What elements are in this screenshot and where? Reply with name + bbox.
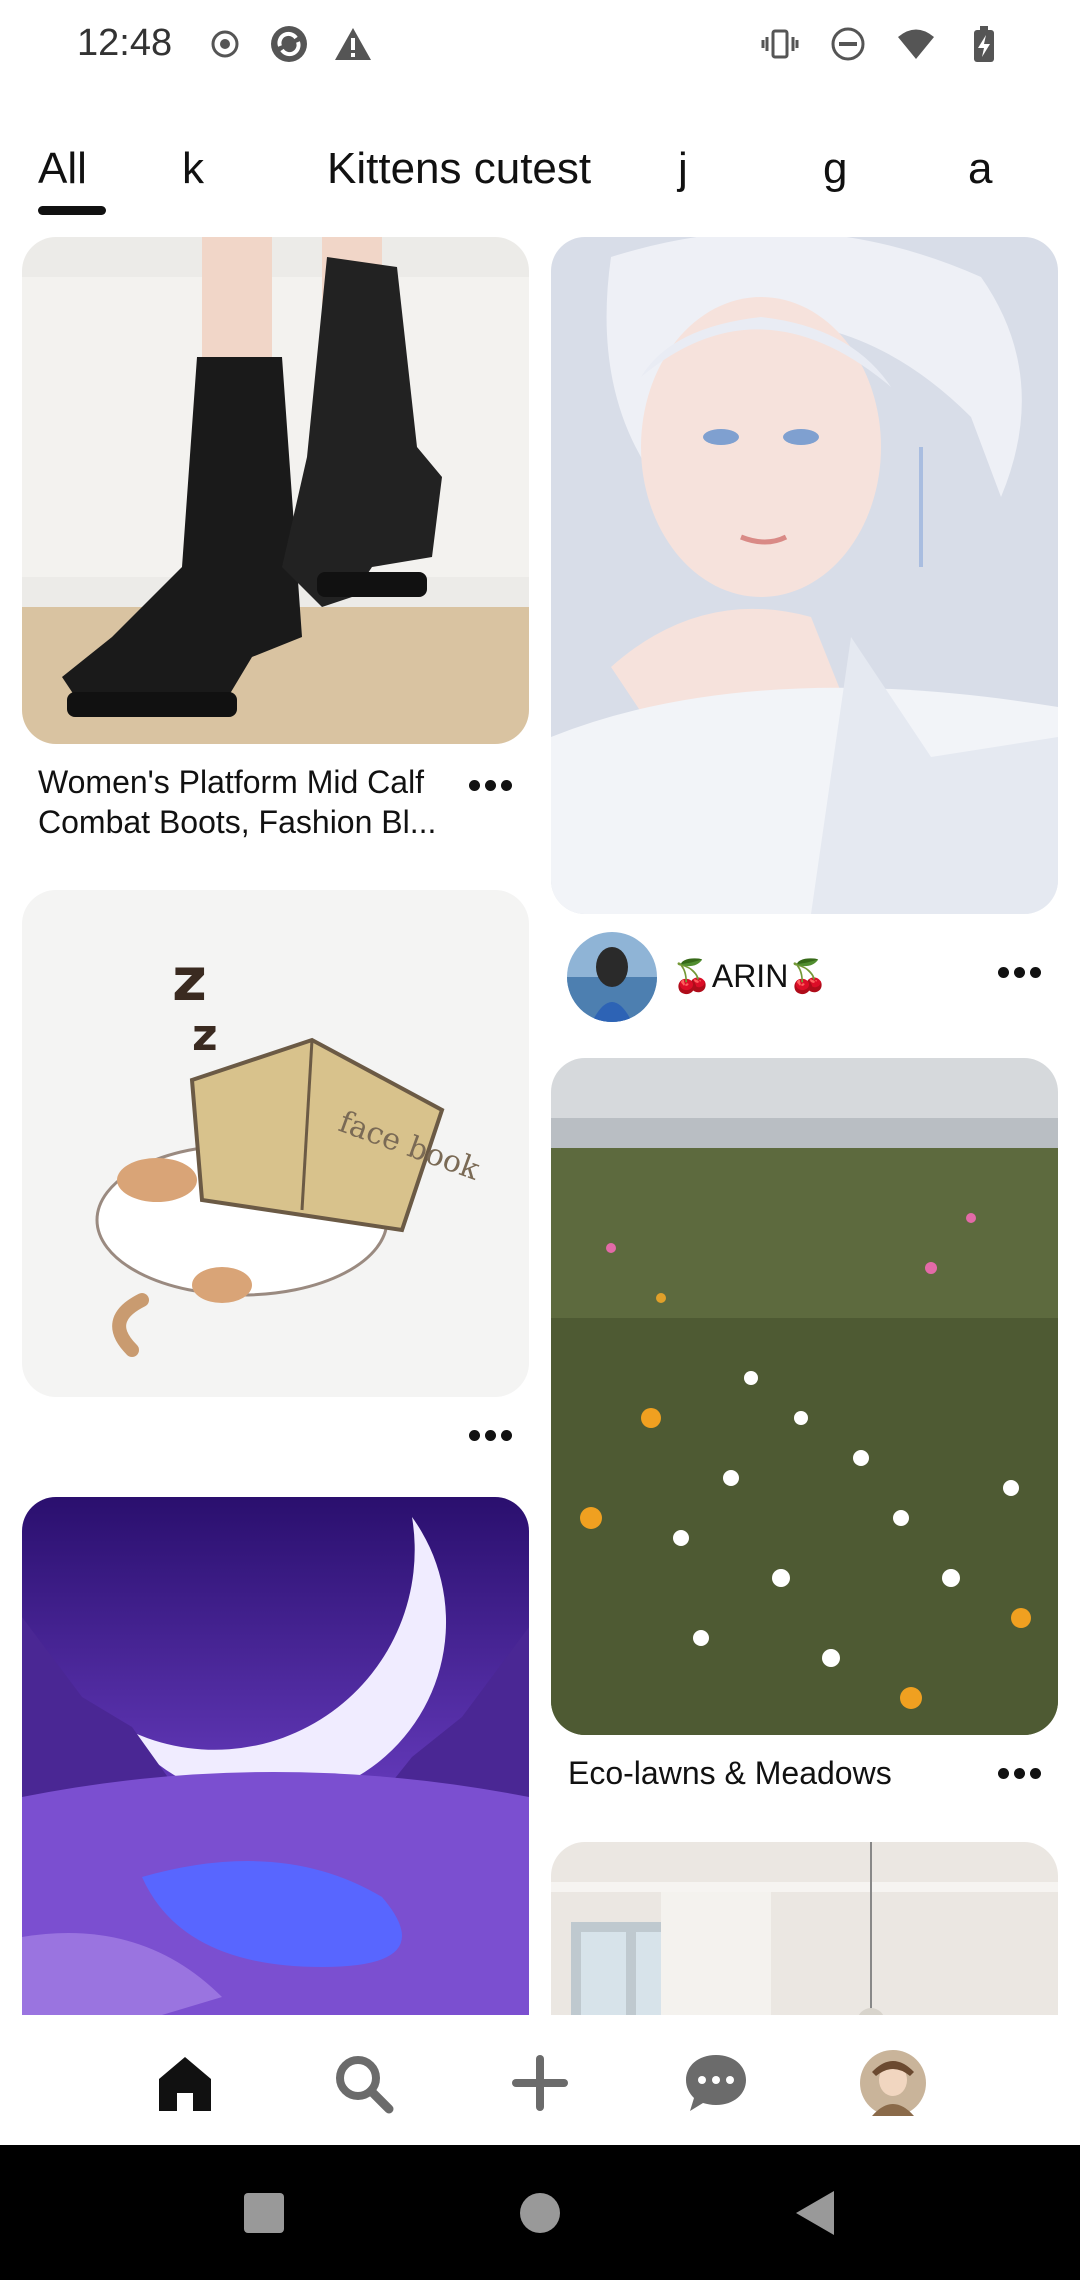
purple-moon-landscape-image[interactable] — [22, 1497, 529, 2015]
recents-icon[interactable] — [236, 2185, 292, 2241]
svg-text:z: z — [192, 1010, 218, 1061]
status-time: 12:48 — [77, 22, 173, 64]
bottom-navigation — [0, 2015, 1080, 2145]
tab-j[interactable]: j — [678, 144, 688, 194]
pin-title-meadows[interactable]: Eco-lawns & Meadows — [568, 1753, 968, 1793]
tab-all[interactable]: All — [38, 144, 87, 194]
sleeping-cat-book-image[interactable]: z z z face book — [22, 890, 529, 1397]
home-button-icon[interactable] — [512, 2185, 568, 2241]
creator-avatar[interactable] — [567, 932, 657, 1022]
status-bar: 12:48 — [0, 0, 1080, 90]
more-options-button[interactable] — [989, 952, 1049, 992]
vibrate-icon — [761, 29, 799, 59]
more-options-button[interactable] — [460, 765, 520, 805]
messages-icon[interactable] — [678, 2045, 754, 2121]
back-icon[interactable] — [788, 2185, 844, 2241]
room-window-image[interactable] — [551, 1842, 1058, 2015]
search-icon[interactable] — [325, 2045, 401, 2121]
create-icon[interactable] — [502, 2045, 578, 2121]
creator-name[interactable]: 🍒ARIN🍒 — [672, 957, 828, 995]
more-options-button[interactable] — [989, 1753, 1049, 1793]
profile-avatar[interactable] — [855, 2045, 931, 2121]
more-options-button[interactable] — [460, 1415, 520, 1455]
tab-g[interactable]: g — [823, 144, 847, 194]
status-left-icons — [205, 24, 373, 64]
pin-feed[interactable]: Women's Platform Mid Calf Combat Boots, … — [0, 230, 1080, 2015]
selected-tab-indicator — [38, 206, 106, 215]
wifi-icon — [898, 29, 934, 59]
tab-k[interactable]: k — [182, 144, 204, 194]
wildflower-meadow-image[interactable] — [551, 1058, 1058, 1735]
warning-icon — [335, 28, 371, 60]
black-boots-image[interactable] — [22, 237, 529, 744]
status-right-icons — [760, 24, 1004, 64]
sync-app-icon — [271, 26, 307, 62]
tab-a[interactable]: a — [968, 144, 992, 194]
record-icon — [211, 30, 239, 58]
tab-kittens-cutest[interactable]: Kittens cutest — [327, 144, 591, 194]
system-navigation-bar — [0, 2145, 1080, 2280]
svg-text:z: z — [172, 945, 207, 1015]
battery-charging-icon — [974, 26, 994, 62]
home-icon[interactable] — [147, 2045, 223, 2121]
pin-title-boots[interactable]: Women's Platform Mid Calf Combat Boots, … — [38, 762, 458, 842]
board-filter-tabs: All k Kittens cutest j g a — [0, 140, 1080, 220]
do-not-disturb-icon — [831, 27, 865, 61]
anime-portrait-image[interactable] — [551, 237, 1058, 914]
